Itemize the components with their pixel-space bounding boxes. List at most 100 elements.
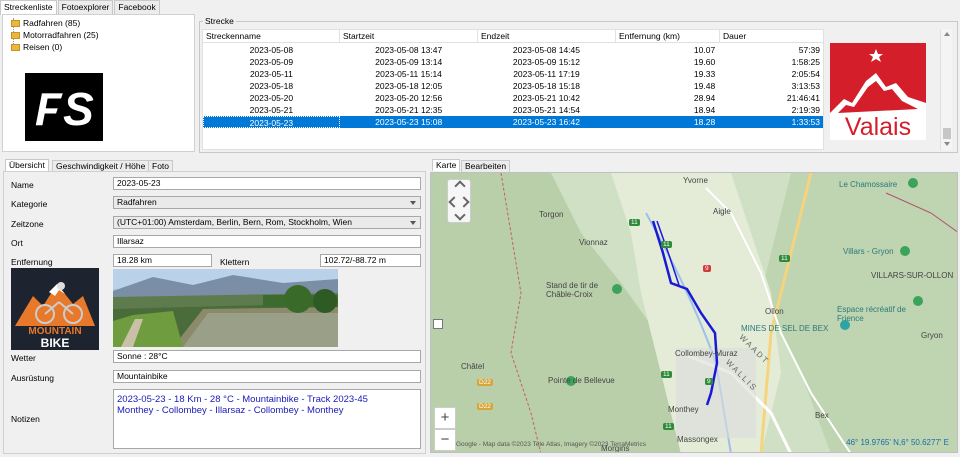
col-header-streckenname[interactable]: Streckenname (203, 30, 340, 42)
col-header-entfernung[interactable]: Entfernung (km) (616, 30, 720, 42)
ort-input[interactable]: Illarsaz (113, 235, 421, 248)
map-place-label: Collombey-Muraz (675, 349, 738, 358)
tree-item-motorradfahren[interactable]: Motorradfahren (25) (11, 29, 99, 41)
zeitzone-select[interactable]: (UTC+01:00) Amsterdam, Berlin, Bern, Rom… (113, 216, 421, 229)
tree-item-reisen[interactable]: Reisen (0) (11, 41, 99, 53)
table-row[interactable]: 2023-05-11 2023-05-11 15:14 2023-05-11 17:… (203, 68, 823, 80)
table-cell: 2023-05-11 17:19 (513, 69, 580, 79)
notizen-label: Notizen (11, 414, 40, 424)
notizen-textarea[interactable]: 2023-05-23 - 18 Km - 28 °C - Mountainbik… (113, 389, 421, 449)
tree-item-label: Radfahren (85) (23, 18, 81, 28)
grid-scrollbar[interactable] (940, 29, 952, 150)
table-cell: 1:33:53 (791, 117, 821, 127)
valais-logo-text: Valais (845, 113, 911, 140)
scroll-down-icon[interactable] (944, 142, 950, 146)
map-pan-control[interactable] (447, 179, 471, 223)
tab-uebersicht[interactable]: Übersicht (5, 159, 49, 171)
table-row[interactable]: 2023-05-18 2023-05-18 12:05 2023-05-18 15:… (203, 80, 823, 92)
table-row[interactable]: 2023-05-08 2023-05-08 13:47 2023-05-08 14:… (203, 44, 823, 56)
name-input[interactable]: 2023-05-23 (113, 177, 421, 190)
name-label: Name (11, 180, 34, 190)
table-row[interactable]: 2023-05-09 2023-05-09 13:14 2023-05-09 15:… (203, 56, 823, 68)
road-number-badge: 11 (661, 371, 672, 378)
table-cell: 2023-05-09 15:12 (512, 57, 581, 67)
table-cell: 1:58:25 (791, 57, 821, 67)
pan-right-icon[interactable] (458, 196, 470, 208)
table-row[interactable]: 2023-05-23 2023-05-23 15:08 2023-05-23 16:… (203, 116, 823, 128)
zoom-in-button[interactable]: + (434, 407, 456, 429)
klettern-input[interactable]: 102.72/-88.72 m (320, 254, 421, 267)
table-cell: 2023-05-18 12:05 (375, 81, 443, 91)
map-place-label: Monthey (668, 405, 699, 414)
tab-bearbeiten[interactable]: Bearbeiten (461, 160, 511, 172)
notizen-line-2: Monthey - Collombey - Illarsaz - Collomb… (117, 405, 344, 416)
wetter-input[interactable]: Sonne : 28°C (113, 350, 421, 363)
notizen-line-1: 2023-05-23 - 18 Km - 28 °C - Mountainbik… (117, 394, 368, 405)
table-row[interactable]: 2023-05-21 2023-05-21 12:35 2023-05-21 14:… (203, 104, 823, 116)
map-place-label: Ollon (765, 307, 784, 316)
ausruestung-input[interactable]: Mountainbike (113, 370, 421, 383)
scroll-up-icon[interactable] (944, 32, 950, 36)
map-place-label: Vionnaz (579, 238, 608, 247)
road-number-badge: 11 (629, 219, 640, 226)
map-place-label: Massongex (677, 435, 718, 444)
pan-up-icon[interactable] (454, 180, 466, 192)
folder-icon (11, 31, 20, 39)
ort-label: Ort (11, 238, 23, 248)
table-cell: 2023-05-08 13:47 (375, 45, 443, 55)
road-number-badge: 9 (703, 265, 711, 272)
table-cell: 2023-05-21 (249, 105, 294, 115)
map-place-label: Gryon (921, 331, 943, 340)
tab-fotoexplorer[interactable]: Fotoexplorer (57, 0, 114, 14)
entfernung-input[interactable]: 18.28 km (113, 254, 212, 267)
folder-icon (11, 43, 20, 51)
klettern-label: Klettern (220, 257, 250, 267)
tab-streckenliste[interactable]: Streckenliste (0, 0, 57, 15)
road-number-badge: 11 (779, 255, 790, 262)
table-cell: 19.33 (693, 69, 716, 79)
table-cell: 2023-05-23 15:08 (375, 117, 443, 127)
map-place-label: Pointe de Bellevue (548, 376, 615, 385)
map-place-label: Villars - Gryon (843, 247, 894, 256)
tab-facebook[interactable]: Facebook (114, 0, 160, 14)
map-place-label: Châtel (461, 362, 485, 371)
mountainbike-logo: MOUNTAIN BIKE (11, 268, 99, 350)
mtb-logo-line2: BIKE (41, 336, 70, 350)
scroll-thumb[interactable] (943, 128, 951, 139)
zeitzone-label: Zeitzone (11, 219, 44, 229)
table-row[interactable]: 2023-05-20 2023-05-20 12:56 2023-05-21 10:… (203, 92, 823, 104)
map-place-label: Bex (815, 411, 829, 420)
zeitzone-value: (UTC+01:00) Amsterdam, Berlin, Bern, Rom… (117, 217, 353, 227)
col-header-dauer[interactable]: Dauer (720, 30, 823, 42)
table-cell: 57:39 (798, 45, 821, 55)
col-header-startzeit[interactable]: Startzeit (340, 30, 478, 42)
tree-item-label: Motorradfahren (25) (23, 30, 99, 40)
folder-icon (11, 19, 20, 27)
map-view[interactable]: Yvorne Aigle Torgon Vionnaz Le Chamossaire Vi… (430, 172, 958, 453)
kategorie-label: Kategorie (11, 199, 48, 209)
table-cell: 2023-05-09 13:14 (375, 57, 443, 67)
tree-item-radfahren[interactable]: Radfahren (85) (11, 17, 99, 29)
kategorie-select[interactable]: Radfahren (113, 196, 421, 209)
table-cell: 2023-05-20 12:56 (375, 93, 443, 103)
col-header-endzeit[interactable]: Endzeit (478, 30, 616, 42)
table-cell: 2023-05-11 (249, 69, 293, 79)
grid-header: Streckenname Startzeit Endzeit Entfernun… (203, 30, 823, 43)
map-coords: 46° 19.9765' N,6° 50.6277' E (846, 438, 949, 447)
kategorie-value: Radfahren (117, 197, 157, 207)
table-cell: 2023-05-18 (249, 81, 294, 91)
table-cell: 10.07 (693, 45, 716, 55)
table-cell: 2023-05-09 (249, 57, 294, 67)
map-attribution: Google - Map data ©2023 Tele Atlas, Imag… (456, 441, 646, 448)
table-cell: 19.48 (693, 81, 716, 91)
zoom-out-button[interactable]: − (434, 429, 456, 451)
pan-down-icon[interactable] (454, 209, 466, 221)
map-place-label: Yvorne (683, 176, 708, 185)
table-cell: 2:05:54 (791, 69, 821, 79)
valais-logo: Valais (830, 43, 926, 141)
table-cell: 2023-05-21 14:54 (512, 105, 581, 115)
category-tree-panel: Radfahren (85) Motorradfahren (25) Reise… (2, 14, 195, 152)
tab-karte[interactable]: Karte (432, 159, 461, 171)
entfernung-label: Entfernung (11, 257, 53, 267)
fullscreen-icon[interactable] (433, 319, 443, 329)
